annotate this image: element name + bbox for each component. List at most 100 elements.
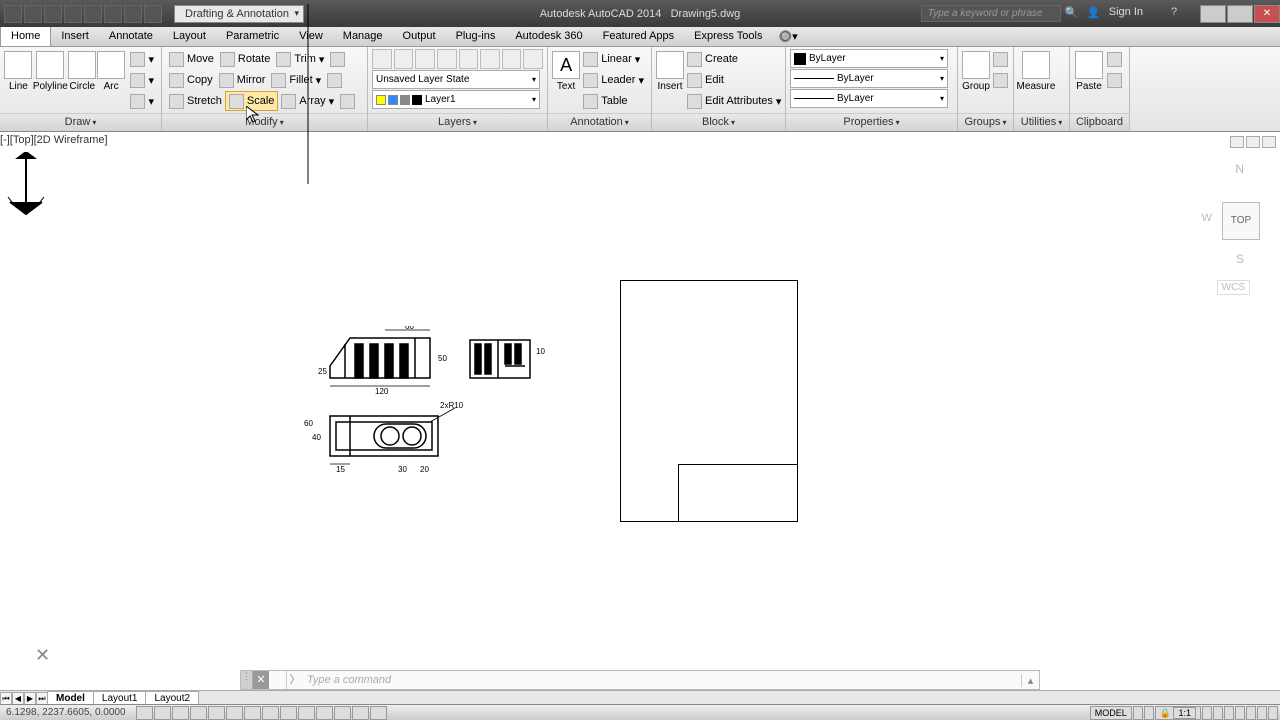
group-sub1[interactable] — [990, 49, 1011, 69]
layer-match-icon[interactable] — [502, 49, 522, 69]
hatch-button[interactable]: ▾ — [127, 91, 157, 111]
drawing-area[interactable]: [-][Top][2D Wireframe] N W TOP S WCS 60 — [0, 132, 1280, 676]
search-input[interactable]: Type a keyword or phrase — [921, 5, 1061, 22]
wcs-label[interactable]: WCS — [1217, 280, 1250, 295]
viewport-min-icon[interactable] — [1230, 136, 1244, 148]
status-icon-3[interactable] — [1202, 706, 1212, 720]
osnap-toggle[interactable] — [208, 706, 225, 720]
layer-current-dropdown[interactable]: Layer1 — [372, 90, 540, 109]
status-icon-5[interactable] — [1224, 706, 1234, 720]
grid-toggle[interactable] — [154, 706, 171, 720]
group-sub2[interactable] — [990, 70, 1011, 90]
cmdline-settings-icon[interactable] — [269, 671, 287, 689]
tpy-toggle[interactable] — [316, 706, 333, 720]
open-icon[interactable] — [44, 5, 62, 23]
copy-button[interactable]: Copy — [166, 70, 216, 90]
close-button[interactable]: ✕ — [1254, 5, 1280, 23]
layer-prev-icon[interactable] — [523, 49, 543, 69]
leader-button[interactable]: Leader▾ — [580, 70, 647, 90]
layer-iso-icon[interactable] — [459, 49, 479, 69]
model-space-button[interactable]: MODEL — [1090, 706, 1132, 720]
rectangle-button[interactable]: ▾ — [127, 49, 157, 69]
rotate-button[interactable]: Rotate — [217, 49, 273, 69]
ellipse-button[interactable]: ▾ — [127, 70, 157, 90]
cmdline-close-icon[interactable]: ✕ — [253, 671, 269, 689]
insert-button[interactable]: Insert — [656, 49, 684, 92]
cmdline-input[interactable]: Type a command — [303, 674, 1021, 686]
tab-manage[interactable]: Manage — [333, 27, 393, 46]
tab-extra-icon[interactable]: 🔘▾ — [772, 27, 803, 46]
polyline-button[interactable]: Polyline — [33, 49, 68, 92]
move-button[interactable]: Move — [166, 49, 217, 69]
layer-state-dropdown[interactable]: Unsaved Layer State — [372, 70, 540, 89]
copy-clip-button[interactable] — [1104, 70, 1125, 90]
app-menu-icon[interactable] — [4, 5, 22, 23]
paste-button[interactable]: Paste — [1074, 49, 1104, 92]
tab-express-tools[interactable]: Express Tools — [684, 27, 772, 46]
tab-autodesk360[interactable]: Autodesk 360 — [505, 27, 592, 46]
new-icon[interactable] — [24, 5, 42, 23]
viewport-close-icon[interactable] — [1262, 136, 1276, 148]
status-icon-4[interactable] — [1213, 706, 1223, 720]
tab-plugins[interactable]: Plug-ins — [446, 27, 506, 46]
search-icon[interactable]: 🔍 — [1065, 6, 1081, 22]
text-button[interactable]: AText — [552, 49, 580, 92]
table-button[interactable]: Table — [580, 91, 647, 111]
cmdline-handle[interactable]: ⋮ — [241, 671, 253, 689]
tab-featured-apps[interactable]: Featured Apps — [593, 27, 685, 46]
tab-parametric[interactable]: Parametric — [216, 27, 289, 46]
status-icon-8[interactable] — [1257, 706, 1267, 720]
layer-props-icon[interactable] — [372, 49, 392, 69]
circle-button[interactable]: Circle — [68, 49, 97, 92]
tab-annotate[interactable]: Annotate — [99, 27, 163, 46]
saveas-icon[interactable] — [84, 5, 102, 23]
help-icon[interactable]: ? — [1171, 6, 1187, 22]
otrack-toggle[interactable] — [244, 706, 261, 720]
layer-off-icon[interactable] — [394, 49, 414, 69]
block-create-button[interactable]: Create — [684, 49, 784, 69]
layer-freeze-icon[interactable] — [415, 49, 435, 69]
stretch-button[interactable]: Stretch — [166, 91, 225, 111]
viewport-max-icon[interactable] — [1246, 136, 1260, 148]
clean-screen-icon[interactable] — [1268, 706, 1278, 720]
tab-output[interactable]: Output — [393, 27, 446, 46]
redo-icon[interactable] — [144, 5, 162, 23]
linetype-dropdown[interactable]: ByLayer — [790, 89, 948, 108]
line-button[interactable]: Line — [4, 49, 33, 92]
tab-home[interactable]: Home — [0, 26, 51, 46]
erase-button[interactable] — [327, 49, 348, 69]
measure-button[interactable]: Measure — [1018, 49, 1054, 92]
coordinates[interactable]: 6.1298, 2237.6605, 0.0000 — [0, 707, 132, 718]
view-label[interactable]: [-][Top][2D Wireframe] — [0, 134, 108, 146]
exchange-icon[interactable] — [1149, 6, 1165, 22]
layer-uniso-icon[interactable] — [480, 49, 500, 69]
ducs-toggle[interactable] — [262, 706, 279, 720]
color-dropdown[interactable]: ByLayer — [790, 49, 948, 68]
save-icon[interactable] — [64, 5, 82, 23]
status-icon-2[interactable] — [1144, 706, 1154, 720]
fillet-button[interactable]: Fillet▾ — [268, 70, 324, 90]
close-x-icon[interactable]: ✕ — [35, 645, 50, 666]
workspace-dropdown[interactable]: Drafting & Annotation — [174, 5, 304, 23]
undo-icon[interactable] — [124, 5, 142, 23]
viewcube[interactable]: TOP — [1222, 202, 1260, 240]
snap-toggle[interactable] — [136, 706, 153, 720]
arc-button[interactable]: Arc — [97, 49, 126, 92]
print-icon[interactable] — [104, 5, 122, 23]
explode-button[interactable] — [324, 70, 345, 90]
maximize-button[interactable]: ◻ — [1227, 5, 1253, 23]
signin-icon[interactable]: 👤 — [1087, 6, 1103, 22]
lineweight-dropdown[interactable]: ByLayer — [790, 69, 948, 88]
layer-lock-icon[interactable] — [437, 49, 457, 69]
offset-button[interactable] — [337, 91, 358, 111]
minimize-button[interactable]: — — [1200, 5, 1226, 23]
cmdline-expand-icon[interactable]: ▴ — [1021, 674, 1039, 687]
signin-label[interactable]: Sign In — [1109, 6, 1143, 22]
block-attr-button[interactable]: Edit Attributes▾ — [684, 91, 784, 111]
group-button[interactable]: Group — [962, 49, 990, 92]
status-icon-7[interactable] — [1246, 706, 1256, 720]
lwt-toggle[interactable] — [298, 706, 315, 720]
status-icon-6[interactable] — [1235, 706, 1245, 720]
ortho-toggle[interactable] — [172, 706, 189, 720]
linear-dim-button[interactable]: Linear▾ — [580, 49, 647, 69]
